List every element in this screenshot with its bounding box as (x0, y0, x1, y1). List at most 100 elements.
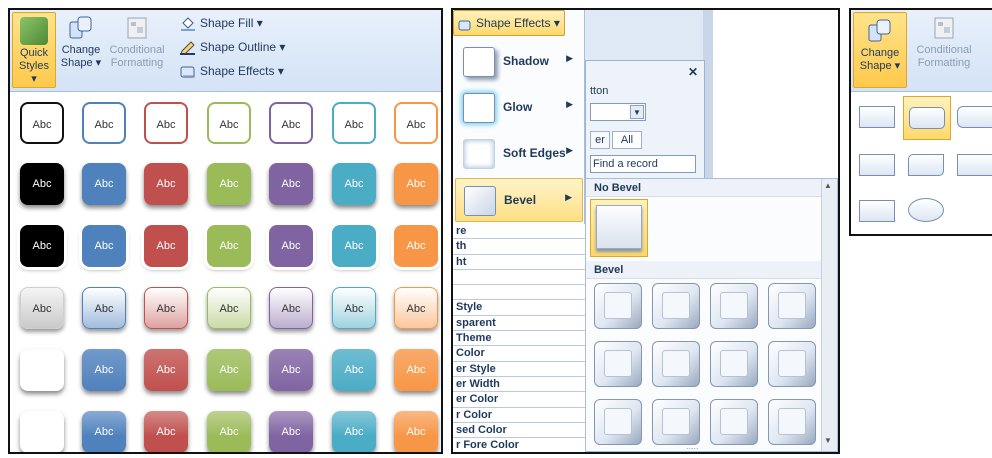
quick-style-swatch[interactable]: Abc (144, 102, 188, 144)
dropdown-arrow-icon[interactable]: ▼ (630, 105, 644, 119)
quick-style-swatch[interactable]: Abc (82, 349, 126, 391)
property-row[interactable] (453, 285, 585, 301)
quick-style-swatch[interactable]: Abc (394, 411, 438, 452)
quick-style-swatch[interactable]: Abc (82, 102, 126, 144)
shape-round-diagonal[interactable] (908, 154, 944, 176)
conditional-formatting-button[interactable]: Conditional Formatting (911, 10, 977, 88)
quick-style-swatch[interactable]: Abc (20, 287, 64, 329)
bevel-option[interactable] (710, 283, 758, 329)
quick-style-swatch[interactable]: Abc (82, 163, 126, 205)
bevel-option[interactable] (768, 283, 816, 329)
quick-style-swatch[interactable]: Abc (394, 349, 438, 391)
quick-style-swatch[interactable]: Abc (20, 225, 64, 267)
bevel-option[interactable] (652, 283, 700, 329)
property-row[interactable]: er Style (453, 362, 585, 377)
change-shape-button[interactable]: Change Shape ▾ (60, 10, 102, 88)
menu-item-bevel[interactable]: Bevel ▶ (455, 178, 583, 222)
property-row[interactable]: Color (453, 346, 585, 362)
bevel-option[interactable] (594, 341, 642, 387)
shape-effects-menu-button[interactable]: Shape Effects ▾ (453, 10, 565, 36)
quick-style-swatch[interactable]: Abc (207, 349, 251, 391)
bevel-option[interactable] (768, 399, 816, 445)
shape-rectangle[interactable] (859, 106, 895, 128)
quick-style-swatch[interactable]: Abc (82, 225, 126, 267)
shape-plaque[interactable] (859, 200, 895, 222)
property-row[interactable] (453, 270, 585, 286)
shape-outline-command[interactable]: Shape Outline ▾ (180, 40, 285, 55)
property-row[interactable]: th (453, 239, 585, 255)
shape-effects-command[interactable]: Shape Effects ▾ (180, 64, 284, 79)
quick-style-swatch[interactable]: Abc (20, 349, 64, 391)
tab-all[interactable]: All (612, 131, 642, 149)
quick-style-swatch[interactable]: Abc (207, 225, 251, 267)
quick-style-swatch[interactable]: Abc (269, 163, 313, 205)
property-row[interactable]: Theme (453, 331, 585, 347)
quick-style-swatch[interactable]: Abc (332, 287, 376, 329)
quick-style-swatch[interactable]: Abc (144, 349, 188, 391)
property-row[interactable]: er Width (453, 377, 585, 393)
quick-style-swatch[interactable]: Abc (269, 349, 313, 391)
resize-grip[interactable]: ..... (686, 441, 699, 451)
change-shape-button[interactable]: Change Shape ▾ (853, 12, 907, 88)
quick-style-swatch[interactable]: Abc (82, 287, 126, 329)
bevel-option[interactable] (768, 341, 816, 387)
scroll-down-icon[interactable]: ▼ (824, 436, 832, 445)
quick-style-swatch[interactable]: Abc (207, 102, 251, 144)
quick-style-swatch[interactable]: Abc (207, 411, 251, 452)
property-row[interactable]: sparent (453, 316, 585, 332)
property-row[interactable]: r Fore Color (453, 438, 585, 452)
shape-snip-corner[interactable] (957, 154, 992, 176)
quick-style-swatch[interactable]: Abc (20, 102, 64, 144)
property-row[interactable]: r Color (453, 408, 585, 423)
bevel-option[interactable] (710, 399, 758, 445)
quick-style-swatch[interactable]: Abc (332, 349, 376, 391)
menu-item-shadow[interactable]: Shadow ▶ (455, 40, 583, 84)
property-row[interactable]: re (453, 224, 585, 240)
quick-style-swatch[interactable]: Abc (144, 411, 188, 452)
property-row[interactable]: Style (453, 300, 585, 316)
bevel-option[interactable] (710, 341, 758, 387)
quick-style-swatch[interactable]: Abc (207, 163, 251, 205)
bevel-option[interactable] (652, 341, 700, 387)
close-icon[interactable]: ✕ (688, 65, 698, 79)
quick-style-swatch[interactable]: Abc (269, 287, 313, 329)
quick-style-swatch[interactable]: Abc (332, 102, 376, 144)
quick-style-swatch[interactable]: Abc (332, 163, 376, 205)
bevel-option[interactable] (594, 283, 642, 329)
quick-style-swatch[interactable]: Abc (20, 411, 64, 452)
menu-item-soft-edges[interactable]: Soft Edges ▶ (455, 132, 583, 176)
selection-combo[interactable]: ▼ (590, 103, 646, 121)
no-bevel-option[interactable] (590, 199, 648, 257)
quick-style-swatch[interactable]: Abc (332, 225, 376, 267)
scroll-up-icon[interactable]: ▲ (824, 181, 832, 190)
quick-style-swatch[interactable]: Abc (332, 411, 376, 452)
quick-style-swatch[interactable]: Abc (144, 163, 188, 205)
quick-style-swatch[interactable]: Abc (269, 102, 313, 144)
quick-style-swatch[interactable]: Abc (82, 411, 126, 452)
quick-style-swatch[interactable]: Abc (207, 287, 251, 329)
quick-style-swatch[interactable]: Abc (394, 287, 438, 329)
shape-fill-command[interactable]: Shape Fill ▾ (180, 16, 263, 31)
gallery-scrollbar[interactable]: ▲ ▼ (821, 179, 837, 451)
shape-oval[interactable] (908, 198, 944, 222)
quick-style-swatch[interactable]: Abc (269, 225, 313, 267)
shape-rounded-rectangle-selected[interactable] (903, 96, 951, 140)
tab-other[interactable]: er (590, 131, 610, 149)
quick-style-swatch[interactable]: Abc (394, 102, 438, 144)
quick-style-swatch[interactable]: Abc (394, 163, 438, 205)
conditional-formatting-button[interactable]: Conditional Formatting (104, 10, 170, 88)
shape-snip-rectangle[interactable] (859, 154, 895, 176)
quick-style-swatch[interactable]: Abc (269, 411, 313, 452)
quick-style-swatch[interactable]: Abc (394, 225, 438, 267)
shape-rounded-rectangle-2[interactable] (957, 106, 992, 128)
property-row[interactable]: er Color (453, 392, 585, 408)
quick-style-swatch[interactable]: Abc (144, 225, 188, 267)
property-row[interactable]: sed Color (453, 423, 585, 439)
menu-item-glow[interactable]: Glow ▶ (455, 86, 583, 130)
quick-style-swatch[interactable]: Abc (144, 287, 188, 329)
bevel-option[interactable] (652, 399, 700, 445)
quick-styles-button[interactable]: Quick Styles ▾ (12, 12, 56, 88)
property-row[interactable]: ht (453, 255, 585, 270)
quick-style-swatch[interactable]: Abc (20, 163, 64, 205)
bevel-option[interactable] (594, 399, 642, 445)
